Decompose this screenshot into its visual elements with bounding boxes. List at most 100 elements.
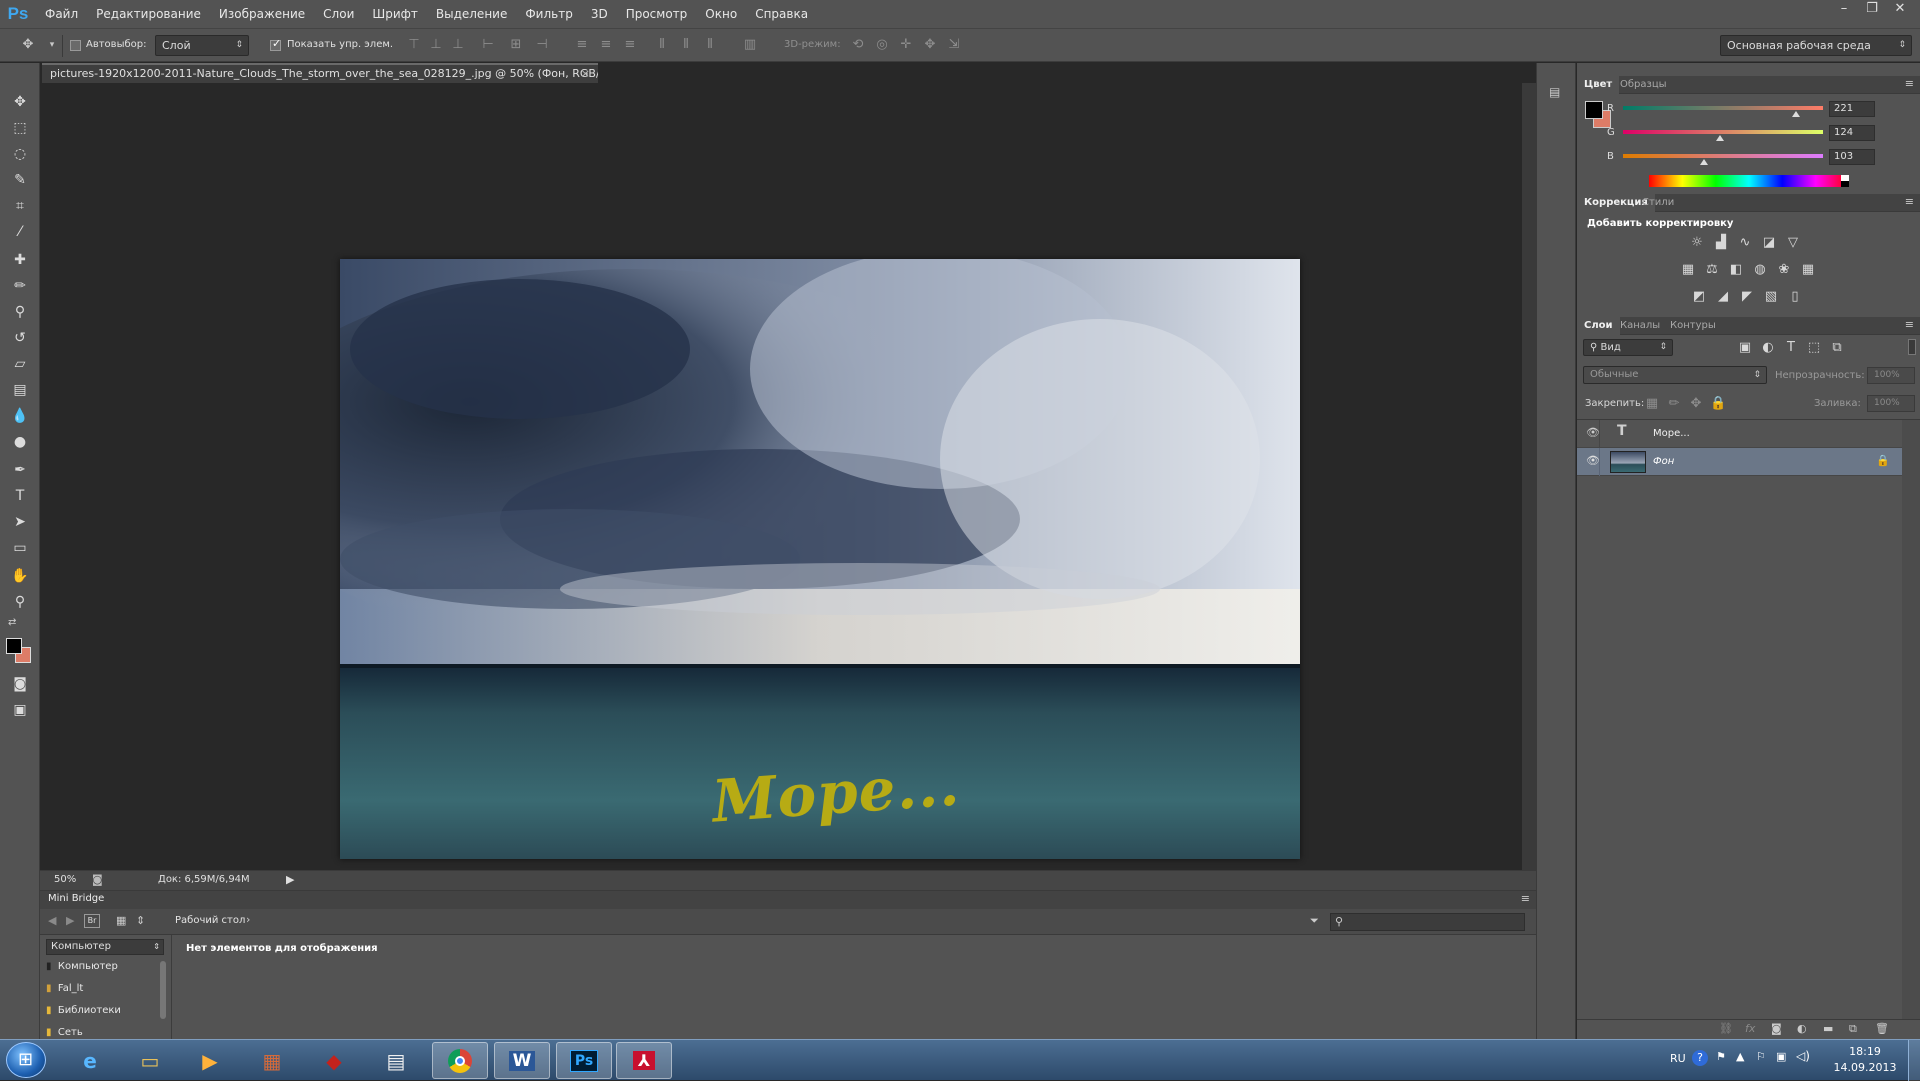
move-tool-preset-icon[interactable]: ✥ <box>20 37 36 53</box>
quick-mask-icon[interactable]: ◙ <box>8 673 32 695</box>
quick-select-tool-icon[interactable]: ✎ <box>8 169 32 191</box>
curves-icon[interactable]: ∿ <box>1737 235 1753 251</box>
lock-all-icon[interactable]: 🔒 <box>1710 396 1726 412</box>
color-balance-icon[interactable]: ⚖ <box>1704 262 1720 278</box>
filter-toggle[interactable] <box>1908 339 1916 355</box>
gradient-tool-icon[interactable]: ▤ <box>8 379 32 401</box>
screen-mode-icon[interactable]: ▣ <box>8 699 32 721</box>
type-tool-icon[interactable]: T <box>8 485 32 507</box>
language-indicator[interactable]: RU <box>1670 1052 1686 1065</box>
threshold-icon[interactable]: ◤ <box>1739 289 1755 305</box>
posterize-icon[interactable]: ◢ <box>1715 289 1731 305</box>
3d-roll-icon[interactable]: ◎ <box>874 37 890 53</box>
winrar-taskbar-icon[interactable]: ▦ <box>244 1042 300 1079</box>
layer-name[interactable]: Море... <box>1653 428 1690 439</box>
tab-paths[interactable]: Контуры <box>1663 317 1723 335</box>
menu-file[interactable]: Файл <box>36 0 87 28</box>
layer-name[interactable]: Фон <box>1653 456 1674 467</box>
marquee-tool-icon[interactable]: ⬚ <box>8 117 32 139</box>
delete-layer-icon[interactable]: 🗑 <box>1875 1022 1889 1035</box>
distribute-left-icon[interactable]: ⦀ <box>654 37 670 53</box>
filter-icon[interactable]: ⏷ <box>1310 914 1319 928</box>
brightness-icon[interactable]: ☼ <box>1689 235 1705 251</box>
workspace-select[interactable]: Основная рабочая среда ⇕ <box>1720 35 1912 56</box>
menu-image[interactable]: Изображение <box>210 0 314 28</box>
tree-item-libraries[interactable]: ▮ Библиотеки <box>46 1005 121 1016</box>
swap-colors-icon[interactable]: ⇄ <box>8 617 16 628</box>
distribute-vcenter-icon[interactable]: ≡ <box>598 37 614 53</box>
minimize-button[interactable]: – <box>1830 0 1858 20</box>
eye-visibility-icon[interactable]: 👁 <box>1586 454 1600 467</box>
autoselect-select[interactable]: Слой ⇕ <box>155 35 249 56</box>
menu-layers[interactable]: Слои <box>314 0 363 28</box>
color-spectrum[interactable] <box>1649 175 1849 187</box>
levels-icon[interactable]: ▟ <box>1713 235 1729 251</box>
green-slider-knob[interactable] <box>1716 135 1724 141</box>
new-group-icon[interactable]: ▬ <box>1823 1022 1833 1035</box>
healing-brush-tool-icon[interactable]: ✚ <box>8 249 32 271</box>
move-tool-icon[interactable]: ✥ <box>8 91 32 113</box>
panel-menu-icon[interactable]: ≡ <box>1905 318 1914 331</box>
menu-select[interactable]: Выделение <box>427 0 516 28</box>
lock-transparent-icon[interactable]: ▦ <box>1644 396 1660 412</box>
filter-smart-icon[interactable]: ⧉ <box>1829 340 1845 356</box>
distribute-hcenter-icon[interactable]: ⦀ <box>678 37 694 53</box>
lock-position-icon[interactable]: ✥ <box>1688 396 1704 412</box>
blue-slider-knob[interactable] <box>1700 159 1708 165</box>
align-left-icon[interactable]: ⊢ <box>480 37 496 53</box>
blend-mode-select[interactable]: Обычные ⇕ <box>1583 366 1767 384</box>
green-value-input[interactable]: 124 <box>1829 125 1875 141</box>
layer-row[interactable]: 👁 T Море... <box>1577 420 1902 448</box>
align-vcenter-icon[interactable]: ⊥ <box>428 37 444 53</box>
fg-color-swatch[interactable] <box>1585 101 1603 119</box>
adjustment-layer-icon[interactable]: ◐ <box>1797 1022 1807 1035</box>
crop-tool-icon[interactable]: ⌗ <box>8 195 32 217</box>
action-center-icon[interactable]: ⚐ <box>1756 1050 1766 1063</box>
menu-type[interactable]: Шрифт <box>363 0 427 28</box>
forward-icon[interactable]: ▶ <box>66 914 74 927</box>
3d-scale-icon[interactable]: ⇲ <box>946 37 962 53</box>
auto-align-icon[interactable]: ▥ <box>742 37 758 53</box>
dodge-tool-icon[interactable]: ● <box>8 431 32 453</box>
3d-slide-icon[interactable]: ✥ <box>922 37 938 53</box>
brush-tool-icon[interactable]: ✏ <box>8 275 32 297</box>
hue-saturation-icon[interactable]: ▦ <box>1680 262 1696 278</box>
eye-visibility-icon[interactable]: 👁 <box>1586 426 1600 439</box>
photo-filter-icon[interactable]: ◍ <box>1752 262 1768 278</box>
tray-expand-icon[interactable]: ▲ <box>1736 1050 1744 1063</box>
layer-mask-icon[interactable]: ◙ <box>1771 1022 1782 1035</box>
vertical-scrollbar[interactable] <box>1522 83 1536 870</box>
lasso-tool-icon[interactable]: ◌ <box>8 143 32 165</box>
distribute-top-icon[interactable]: ≡ <box>574 37 590 53</box>
document-image[interactable]: Море... <box>340 259 1300 859</box>
zoom-level[interactable]: 50% <box>54 874 76 885</box>
menu-filter[interactable]: Фильтр <box>516 0 581 28</box>
location-select[interactable]: Компьютер ⇕ <box>46 939 164 955</box>
panel-menu-icon[interactable]: ≡ <box>1905 195 1914 208</box>
eyedropper-tool-icon[interactable]: ⁄ <box>8 221 32 243</box>
sort-icon[interactable]: ⇕ <box>136 914 145 927</box>
red-slider[interactable]: R 221 <box>1607 101 1875 117</box>
notepad-taskbar-icon[interactable]: ▤ <box>368 1042 424 1079</box>
tab-channels[interactable]: Каналы <box>1613 317 1667 335</box>
blur-tool-icon[interactable]: 💧 <box>8 405 32 427</box>
menu-help[interactable]: Справка <box>746 0 817 28</box>
chevron-down-icon[interactable]: ▾ <box>44 37 60 53</box>
chrome-taskbar-icon[interactable] <box>432 1042 488 1079</box>
black-swatch[interactable] <box>1841 181 1849 187</box>
show-desktop-button[interactable] <box>1908 1040 1920 1081</box>
link-layers-icon[interactable]: ⛓ <box>1719 1022 1733 1035</box>
tree-scrollbar[interactable] <box>160 961 166 1019</box>
lock-pixels-icon[interactable]: ✏ <box>1666 396 1682 412</box>
red-slider-knob[interactable] <box>1792 111 1800 117</box>
network-icon[interactable]: ▣ <box>1776 1050 1786 1063</box>
history-panel-icon[interactable]: ▤ <box>1549 85 1565 101</box>
autoselect-checkbox[interactable] <box>70 40 81 51</box>
channel-mixer-icon[interactable]: ❀ <box>1776 262 1792 278</box>
status-info-icon[interactable]: ◙ <box>92 873 103 886</box>
clone-stamp-tool-icon[interactable]: ⚲ <box>8 301 32 323</box>
explorer-taskbar-icon[interactable]: ▭ <box>122 1042 178 1079</box>
menu-edit[interactable]: Редактирование <box>87 0 210 28</box>
canvas-area[interactable]: Море... <box>40 83 1522 870</box>
tree-item-network[interactable]: ▮ Сеть <box>46 1027 83 1037</box>
